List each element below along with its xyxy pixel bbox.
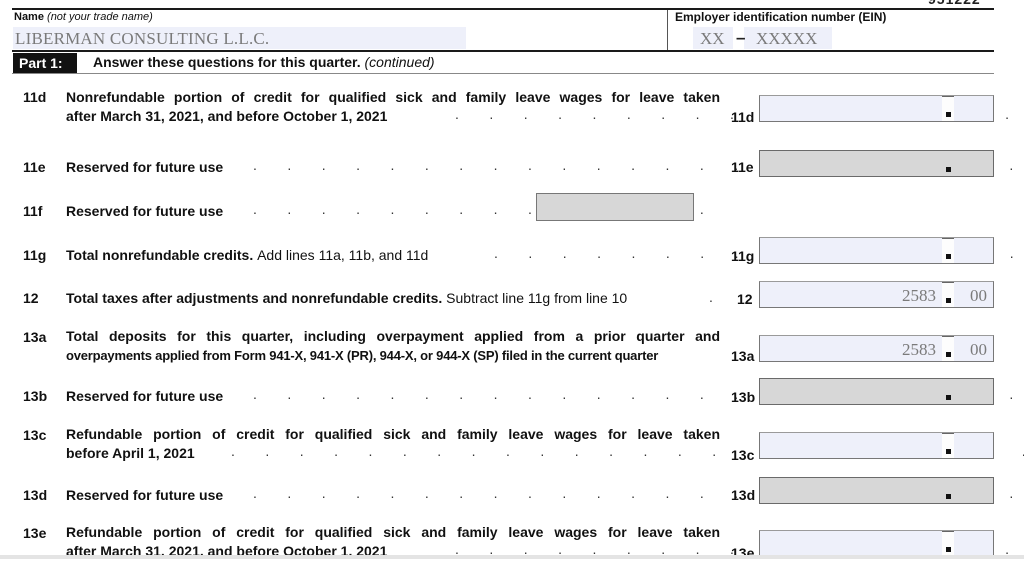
form-number-clipped: 951222 bbox=[928, 0, 992, 5]
decimal-point bbox=[946, 167, 951, 172]
line-code: 11g bbox=[731, 248, 755, 264]
cents-separator bbox=[942, 433, 954, 458]
line-number: 11g bbox=[23, 247, 47, 263]
decimal-point bbox=[946, 254, 951, 259]
ein-dash: – bbox=[736, 28, 746, 47]
cents-separator bbox=[942, 96, 954, 121]
ein-suffix-value: XXXXX bbox=[756, 29, 818, 48]
line-description-cont: after March 31, 2021, and before October… bbox=[66, 108, 388, 124]
line-code: 13c bbox=[731, 447, 755, 463]
cents-value: 00 bbox=[970, 286, 987, 305]
line-description: Total deposits for this quarter, includi… bbox=[66, 328, 720, 344]
amount-input-13e[interactable] bbox=[759, 530, 994, 557]
amount-input-12[interactable]: 2583 00 bbox=[759, 281, 994, 308]
decimal-point bbox=[946, 547, 951, 552]
page-edge bbox=[0, 555, 1024, 559]
line-number: 11e bbox=[23, 159, 46, 175]
decimal-point bbox=[946, 494, 951, 499]
cents-separator bbox=[942, 336, 954, 361]
line-number: 11d bbox=[23, 89, 47, 105]
dollars-value: 2583 bbox=[902, 286, 936, 305]
amount-input-13c[interactable] bbox=[759, 432, 994, 459]
line-number: 12 bbox=[23, 290, 39, 306]
line-description-cont: before April 1, 2021 bbox=[66, 445, 195, 461]
cents-separator bbox=[942, 531, 954, 556]
cents-separator bbox=[942, 238, 954, 263]
name-value: LIBERMAN CONSULTING L.L.C. bbox=[15, 29, 270, 48]
decimal-point bbox=[946, 112, 951, 117]
ein-prefix-value: XX bbox=[700, 29, 725, 48]
line-description: Reserved for future use bbox=[66, 388, 224, 404]
name-label: Name (not your trade name) bbox=[14, 11, 153, 23]
amount-input-11g[interactable] bbox=[759, 237, 994, 264]
reserved-field-11f bbox=[536, 193, 694, 221]
line-description: Total nonrefundable credits. Add lines 1… bbox=[66, 247, 429, 263]
line-number: 13e bbox=[23, 525, 47, 541]
line-number: 13c bbox=[23, 427, 47, 443]
amount-input-13a[interactable]: 2583 00 bbox=[759, 335, 994, 362]
decimal-point bbox=[946, 449, 951, 454]
amount-input-11d[interactable] bbox=[759, 95, 994, 122]
reserved-field-13b bbox=[759, 378, 994, 405]
line-number: 13b bbox=[23, 388, 48, 404]
line-code: 13a bbox=[731, 348, 755, 364]
leader-dots: . bbox=[709, 289, 727, 305]
ein-divider bbox=[667, 10, 668, 51]
line-description: Total taxes after adjustments and nonref… bbox=[66, 290, 628, 306]
decimal-point bbox=[946, 352, 951, 357]
cents-separator bbox=[942, 282, 954, 307]
line-code: 11d bbox=[731, 109, 755, 125]
reserved-field-11e bbox=[759, 150, 994, 177]
part-rule bbox=[12, 73, 994, 74]
line-code: 13d bbox=[731, 487, 756, 503]
line-description: Nonrefundable portion of credit for qual… bbox=[66, 89, 720, 105]
line-description: Reserved for future use bbox=[66, 487, 224, 503]
line-code: 13b bbox=[731, 389, 756, 405]
dollars-value: 2583 bbox=[902, 340, 936, 359]
line-number: 13d bbox=[23, 487, 48, 503]
line-description: Reserved for future use bbox=[66, 159, 224, 175]
reserved-field-13d bbox=[759, 477, 994, 504]
part-badge: Part 1: bbox=[13, 53, 77, 73]
decimal-point bbox=[946, 298, 951, 303]
line-code: 12 bbox=[737, 291, 753, 307]
line-description-cont: overpayments applied from Form 941-X, 94… bbox=[66, 348, 659, 363]
part-title: Answer these questions for this quarter.… bbox=[93, 54, 435, 70]
line-description: Refundable portion of credit for qualifi… bbox=[66, 426, 720, 442]
cents-value: 00 bbox=[970, 340, 987, 359]
line-description: Reserved for future use bbox=[66, 203, 224, 219]
ein-label: Employer identification number (EIN) bbox=[675, 10, 887, 24]
line-number: 11f bbox=[23, 203, 43, 219]
decimal-point bbox=[946, 395, 951, 400]
line-description: Refundable portion of credit for qualifi… bbox=[66, 524, 720, 540]
line-code: 11e bbox=[731, 159, 754, 175]
header-rule bbox=[12, 50, 994, 52]
line-number: 13a bbox=[23, 329, 47, 345]
